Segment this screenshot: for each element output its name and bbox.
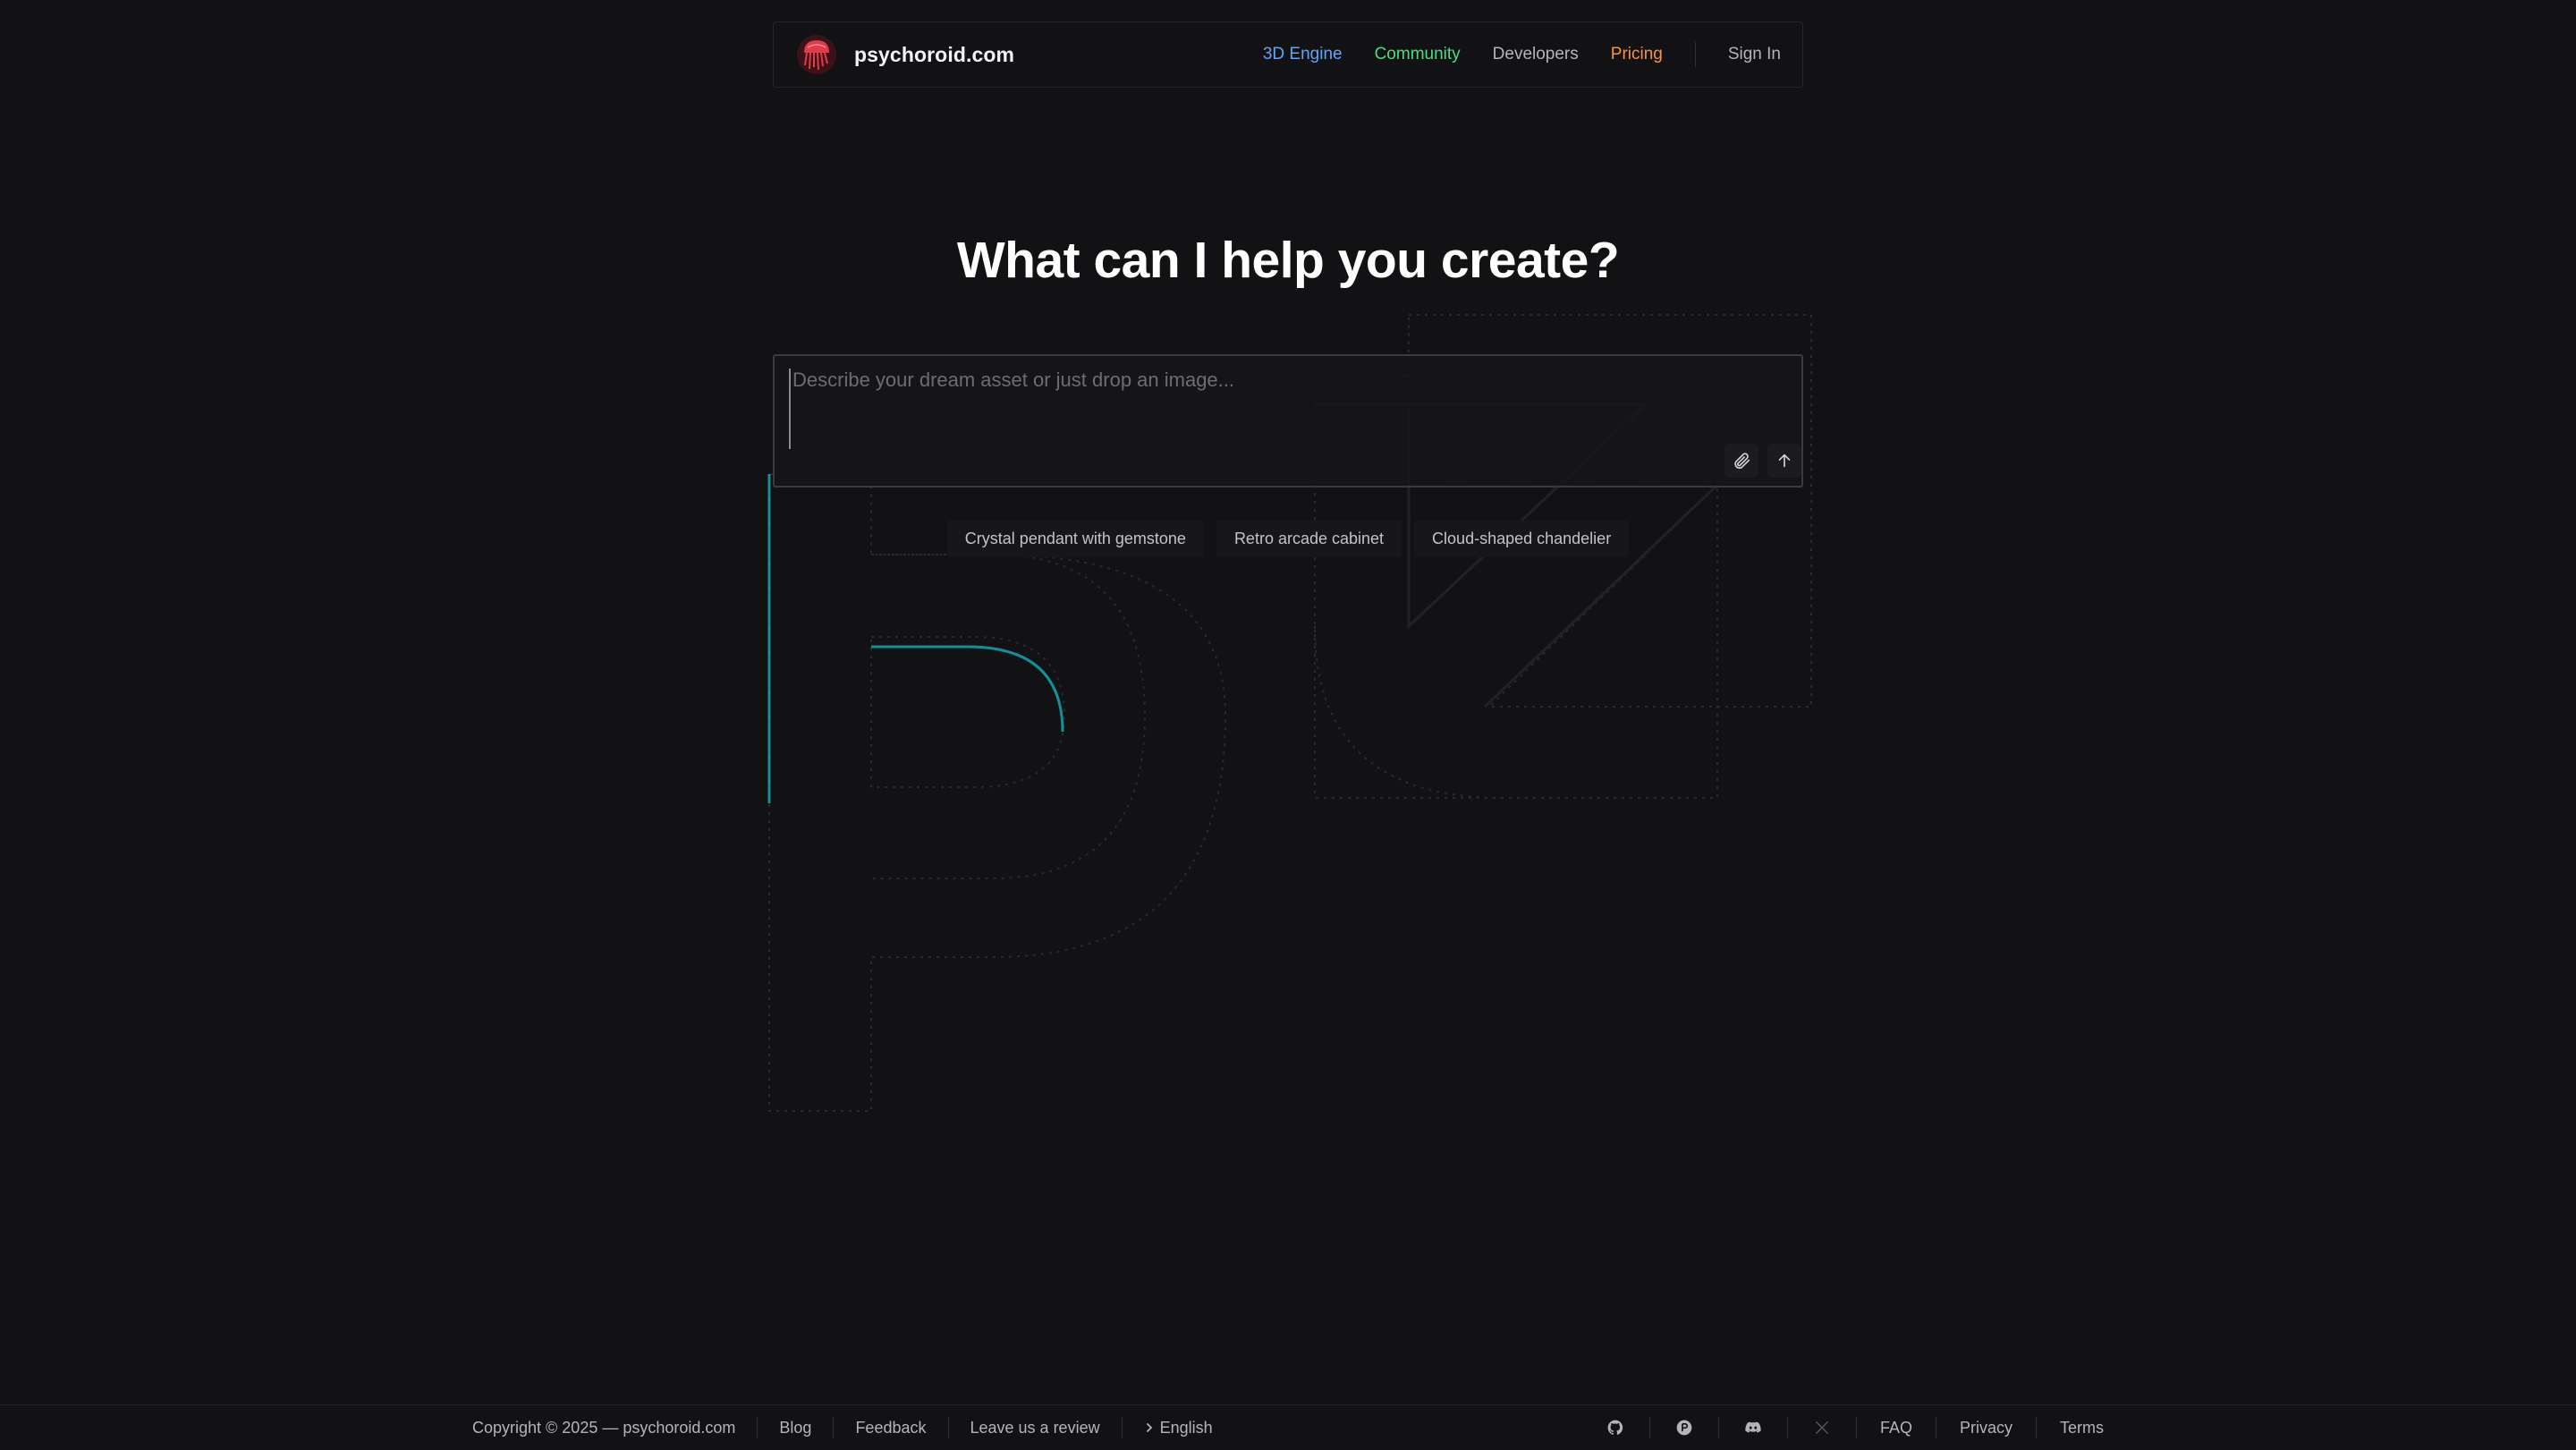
nav-developers[interactable]: Developers	[1493, 45, 1579, 64]
footer-divider	[833, 1417, 835, 1438]
chevron-right-icon	[1146, 1423, 1152, 1432]
github-icon	[1607, 1420, 1623, 1435]
footer-terms-link[interactable]: Terms	[2060, 1419, 2104, 1437]
suggestion-chip[interactable]: Cloud-shaped chandelier	[1414, 521, 1630, 557]
suggestion-chips: Crystal pendant with gemstone Retro arca…	[0, 521, 2576, 557]
x-link[interactable]	[1811, 1417, 1833, 1438]
footer-divider	[2036, 1417, 2037, 1438]
footer-divider	[1855, 1417, 1857, 1438]
send-button[interactable]	[1767, 444, 1801, 478]
nav-3d-engine[interactable]: 3D Engine	[1263, 45, 1343, 64]
footer-faq-link[interactable]: FAQ	[1880, 1419, 1912, 1437]
footer-right: FAQ Privacy Terms	[1605, 1405, 2104, 1450]
producthunt-link[interactable]	[1674, 1417, 1695, 1438]
brand-home-link[interactable]: psychoroid.com	[795, 33, 1014, 76]
jellyfish-logo-icon	[797, 35, 836, 74]
discord-link[interactable]	[1742, 1417, 1764, 1438]
language-label: English	[1159, 1418, 1213, 1437]
top-navbar: psychoroid.com 3D Engine Community Devel…	[773, 21, 1803, 88]
prompt-input[interactable]	[789, 369, 1782, 449]
footer-divider	[1717, 1417, 1719, 1438]
attach-button[interactable]	[1724, 444, 1758, 478]
background-letter-art	[767, 314, 1812, 1112]
nav-community[interactable]: Community	[1375, 45, 1461, 64]
producthunt-icon	[1676, 1420, 1692, 1436]
footer-feedback-link[interactable]: Feedback	[855, 1419, 926, 1437]
suggestion-chip[interactable]: Retro arcade cabinet	[1216, 521, 1402, 557]
language-selector[interactable]: English	[1144, 1419, 1213, 1437]
footer-privacy-link[interactable]: Privacy	[1960, 1419, 2012, 1437]
hero-title: What can I help you create?	[956, 232, 1620, 289]
paperclip-icon	[1734, 453, 1750, 470]
footer-review-link[interactable]: Leave us a review	[970, 1419, 1100, 1437]
footer-left: Copyright © 2025 — psychoroid.com Blog F…	[472, 1405, 1213, 1450]
nav-divider	[1694, 42, 1696, 67]
footer-divider	[1786, 1417, 1788, 1438]
github-link[interactable]	[1605, 1417, 1626, 1438]
prompt-box	[773, 354, 1803, 488]
footer-divider	[1121, 1417, 1123, 1438]
main-nav: 3D Engine Community Developers Pricing S…	[1231, 22, 1781, 87]
footer-divider	[1648, 1417, 1650, 1438]
arrow-up-icon	[1778, 454, 1791, 468]
footer: Copyright © 2025 — psychoroid.com Blog F…	[0, 1404, 2576, 1449]
footer-divider	[947, 1417, 949, 1438]
discord-icon	[1745, 1421, 1761, 1433]
nav-pricing[interactable]: Pricing	[1611, 45, 1663, 64]
suggestion-chip[interactable]: Crystal pendant with gemstone	[946, 521, 1204, 557]
brand-name: psychoroid.com	[854, 42, 1015, 66]
copyright-text: Copyright © 2025 — psychoroid.com	[472, 1418, 736, 1437]
sign-in-link[interactable]: Sign In	[1728, 45, 1781, 64]
x-icon	[1815, 1420, 1829, 1435]
footer-divider	[757, 1417, 758, 1438]
footer-blog-link[interactable]: Blog	[779, 1419, 811, 1437]
